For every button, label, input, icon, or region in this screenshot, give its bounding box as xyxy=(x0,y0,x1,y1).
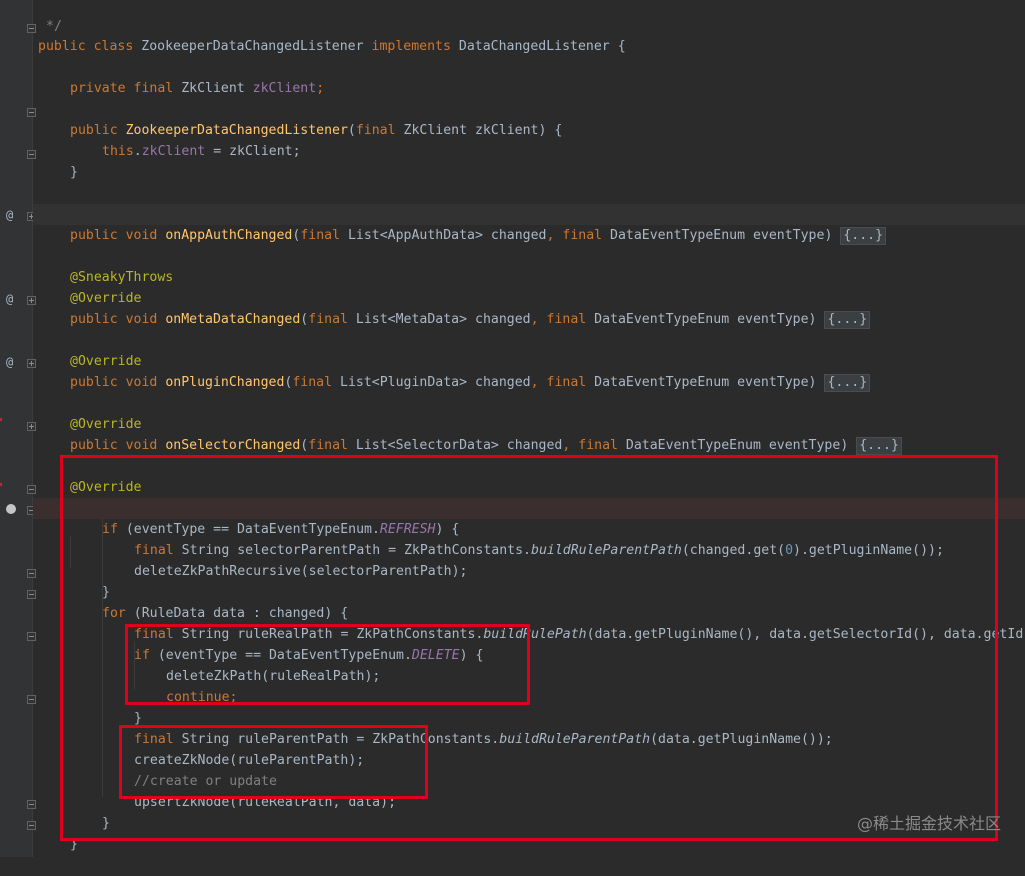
folded-code-block[interactable]: {...} xyxy=(824,311,871,329)
code-line: for (RuleData data : changed) { xyxy=(102,606,349,621)
error-marker-icon xyxy=(0,418,2,421)
code-line: } xyxy=(102,585,110,600)
code-line: public void onAppAuthChanged(final List<… xyxy=(33,204,1025,245)
code-line: //create or update xyxy=(134,774,277,789)
folded-code-block[interactable]: {...} xyxy=(840,227,887,245)
code-line: if (eventType == DataEventTypeEnum.DELET… xyxy=(134,648,484,663)
code-line: private final ZkClient zkClient; xyxy=(70,81,325,96)
code-line: if (eventType == DataEventTypeEnum.REFRE… xyxy=(33,498,1025,537)
code-line: public void onRuleChanged(final List<Rul… xyxy=(33,477,1025,516)
code-line: public void onPluginChanged(final List<P… xyxy=(33,351,1025,392)
watermark: @稀土掘金技术社区 xyxy=(856,814,1001,833)
code-line: */ xyxy=(46,19,62,34)
code-line: createZkNode(ruleParentPath); xyxy=(134,753,365,768)
code-line: } xyxy=(70,165,78,180)
override-at-icon[interactable]: @ xyxy=(6,356,13,368)
code-line: final String selectorParentPath = ZkPath… xyxy=(134,543,944,558)
code-line: this.zkClient = zkClient; xyxy=(102,144,301,159)
code-line: deleteZkPathRecursive(selectorParentPath… xyxy=(134,564,468,579)
code-line: @SneakyThrows xyxy=(70,270,174,285)
code-line: final String ruleRealPath = ZkPathConsta… xyxy=(134,627,1024,642)
override-at-icon[interactable]: @ xyxy=(6,293,13,305)
code-line: final String ruleParentPath = ZkPathCons… xyxy=(134,732,833,747)
code-line: @Override xyxy=(70,291,142,306)
code-line: @Override xyxy=(70,417,142,432)
code-editor[interactable]: */ public class ZookeeperDataChangedList… xyxy=(33,0,1025,857)
code-line: public void onSelectorChanged(final List… xyxy=(33,414,1025,455)
code-line: @Override xyxy=(33,183,1025,222)
code-line: public class ZookeeperDataChangedListene… xyxy=(38,39,626,54)
folded-code-block[interactable]: {...} xyxy=(856,437,902,455)
code-line: upsertZkNode(ruleRealPath, data); xyxy=(134,795,397,810)
code-line: public void onMetaDataChanged(final List… xyxy=(33,288,1025,329)
code-line: public ZookeeperDataChangedListener(fina… xyxy=(70,123,563,138)
folded-code-block[interactable]: {...} xyxy=(824,374,871,392)
override-at-icon[interactable]: @ xyxy=(6,209,13,221)
code-line: @Override xyxy=(70,354,142,369)
breakpoint-icon[interactable] xyxy=(6,504,16,514)
code-line: deleteZkPath(ruleRealPath); xyxy=(166,669,381,684)
code-line: continue; xyxy=(166,690,238,705)
code-line: } xyxy=(134,711,142,726)
code-line: @Override xyxy=(70,480,142,495)
error-marker-icon xyxy=(0,483,2,486)
